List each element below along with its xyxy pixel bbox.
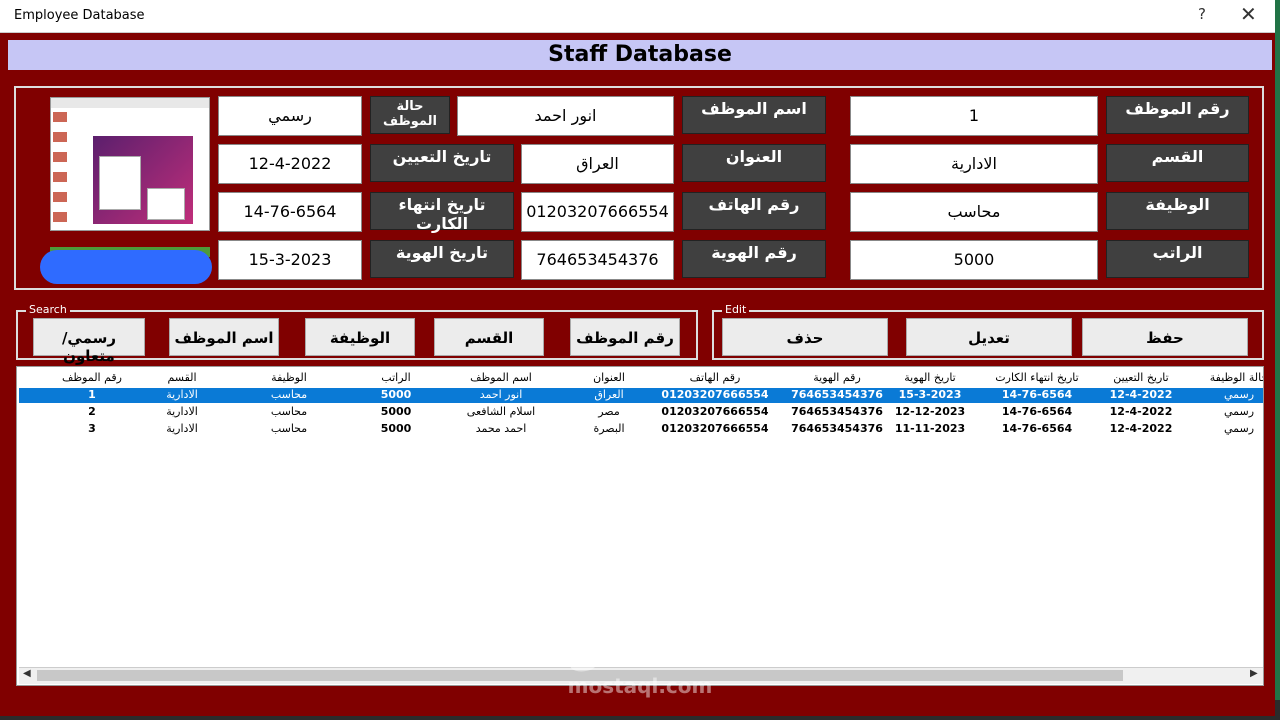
- emp-name-label: اسم الموظف: [682, 96, 826, 134]
- search-by-dept-button[interactable]: القسم: [434, 318, 544, 356]
- table-cell: رسمي: [1223, 388, 1255, 401]
- hire-date-field[interactable]: 12-4-2022: [218, 144, 362, 184]
- status-label: حالة الموظف: [370, 96, 450, 134]
- table-cell: 01203207666554: [661, 405, 769, 418]
- col-status-header: حالة الوظيفة: [1209, 371, 1264, 384]
- table-cell: 15-3-2023: [898, 388, 962, 401]
- table-cell: 5000: [380, 422, 412, 435]
- search-by-id-button[interactable]: رقم الموظف: [570, 318, 680, 356]
- table-cell: مصر: [598, 405, 620, 418]
- search-by-job-button[interactable]: الوظيفة: [305, 318, 415, 356]
- save-button[interactable]: حفظ: [1082, 318, 1248, 356]
- page-header: Staff Database: [8, 40, 1272, 70]
- col-phone-header: رقم الهاتف: [689, 371, 741, 384]
- scroll-right-icon[interactable]: ▶: [1250, 668, 1258, 679]
- hire-date-label: تاريخ التعيين: [370, 144, 514, 182]
- table-cell: 14-76-6564: [1001, 388, 1073, 401]
- table-cell: 3: [88, 422, 96, 435]
- table-cell: 764653454376: [791, 405, 883, 418]
- table-cell: البصرة: [593, 422, 625, 435]
- search-by-status-button[interactable]: رسمي/ متعاون: [33, 318, 145, 365]
- col-job-header: الوظيفة: [271, 371, 307, 384]
- table-cell: 1: [88, 388, 96, 401]
- address-label: العنوان: [682, 144, 826, 182]
- table-cell: رسمي: [1223, 405, 1255, 418]
- job-label: الوظيفة: [1106, 192, 1249, 230]
- table-cell: 01203207666554: [661, 388, 769, 401]
- table-cell: الادارية: [166, 388, 198, 401]
- salary-field[interactable]: 5000: [850, 240, 1098, 280]
- col-card-end-header: تاريخ انتهاء الكارت: [995, 371, 1079, 384]
- col-address-header: العنوان: [593, 371, 625, 384]
- table-cell: 12-4-2022: [1109, 422, 1173, 435]
- edit-button[interactable]: تعديل: [906, 318, 1072, 356]
- table-cell: محاسب: [270, 388, 308, 401]
- watermark: مستقل mostaql.com: [560, 630, 720, 698]
- col-emp-id-header: رقم الموظف: [62, 371, 122, 384]
- page-title: Staff Database: [548, 42, 732, 67]
- help-icon[interactable]: ?: [1198, 5, 1206, 23]
- col-hire-date-header: تاريخ التعيين: [1113, 371, 1169, 384]
- emp-id-field[interactable]: 1: [850, 96, 1098, 136]
- table-cell: محاسب: [270, 405, 308, 418]
- phone-label: رقم الهاتف: [682, 192, 826, 230]
- table-cell: رسمي: [1223, 422, 1255, 435]
- id-date-label: تاريخ الهوية: [370, 240, 514, 278]
- table-cell: الادارية: [166, 422, 198, 435]
- table-cell: اسلام الشافعى: [466, 405, 536, 418]
- col-name-header: اسم الموظف: [470, 371, 532, 384]
- selected-row-highlight: [19, 388, 1263, 403]
- table-cell: محاسب: [270, 422, 308, 435]
- table-cell: 01203207666554: [661, 422, 769, 435]
- table-cell: 5000: [380, 405, 412, 418]
- close-icon[interactable]: ✕: [1240, 2, 1257, 26]
- dept-label: القسم: [1106, 144, 1249, 182]
- search-by-name-button[interactable]: اسم الموظف: [169, 318, 279, 356]
- delete-button[interactable]: حذف: [722, 318, 888, 356]
- phone-field[interactable]: 01203207666554: [521, 192, 674, 232]
- table-cell: 14-76-6564: [1001, 405, 1073, 418]
- table-cell: احمد محمد: [475, 422, 527, 435]
- card-end-field[interactable]: 14-76-6564: [218, 192, 362, 232]
- table-cell: 5000: [380, 388, 412, 401]
- table-cell: 12-4-2022: [1109, 388, 1173, 401]
- emp-id-label: رقم الموظف: [1106, 96, 1249, 134]
- scroll-left-icon[interactable]: ◀: [23, 668, 31, 679]
- table-cell: 12-12-2023: [894, 405, 966, 418]
- address-field[interactable]: العراق: [521, 144, 674, 184]
- edit-group-label: Edit: [722, 303, 750, 316]
- redacted-mark: [40, 250, 212, 284]
- col-id-number-header: رقم الهوية: [813, 371, 861, 384]
- table-cell: 764653454376: [791, 422, 883, 435]
- employee-photo[interactable]: [50, 97, 210, 231]
- table-cell: الادارية: [166, 405, 198, 418]
- employee-database-window: Employee Database ? ✕ Staff Database رقم…: [0, 0, 1275, 716]
- id-number-label: رقم الهوية: [682, 240, 826, 278]
- status-field[interactable]: رسمي: [218, 96, 362, 136]
- col-dept-header: القسم: [167, 371, 197, 384]
- watermark-latin: mostaql.com: [567, 674, 713, 698]
- table-cell: 12-4-2022: [1109, 405, 1173, 418]
- job-field[interactable]: محاسب: [850, 192, 1098, 232]
- card-end-label: تاريخ انتهاء الكارت: [370, 192, 514, 233]
- table-cell: 11-11-2023: [894, 422, 966, 435]
- window-title: Employee Database: [14, 8, 145, 23]
- col-salary-header: الراتب: [381, 371, 411, 384]
- watermark-arabic: مستقل: [566, 629, 714, 675]
- dept-field[interactable]: الادارية: [850, 144, 1098, 184]
- table-cell: 2: [88, 405, 96, 418]
- emp-name-field[interactable]: انور احمد: [457, 96, 674, 136]
- table-cell: 14-76-6564: [1001, 422, 1073, 435]
- id-number-field[interactable]: 764653454376: [521, 240, 674, 280]
- id-date-field[interactable]: 15-3-2023: [218, 240, 362, 280]
- col-id-date-header: تاريخ الهوية: [904, 371, 956, 384]
- table-cell: انور احمد: [479, 388, 523, 401]
- salary-label: الراتب: [1106, 240, 1249, 278]
- table-cell: العراق: [594, 388, 624, 401]
- search-group-label: Search: [26, 303, 70, 316]
- table-cell: 764653454376: [791, 388, 883, 401]
- title-bar: Employee Database ? ✕: [0, 0, 1275, 33]
